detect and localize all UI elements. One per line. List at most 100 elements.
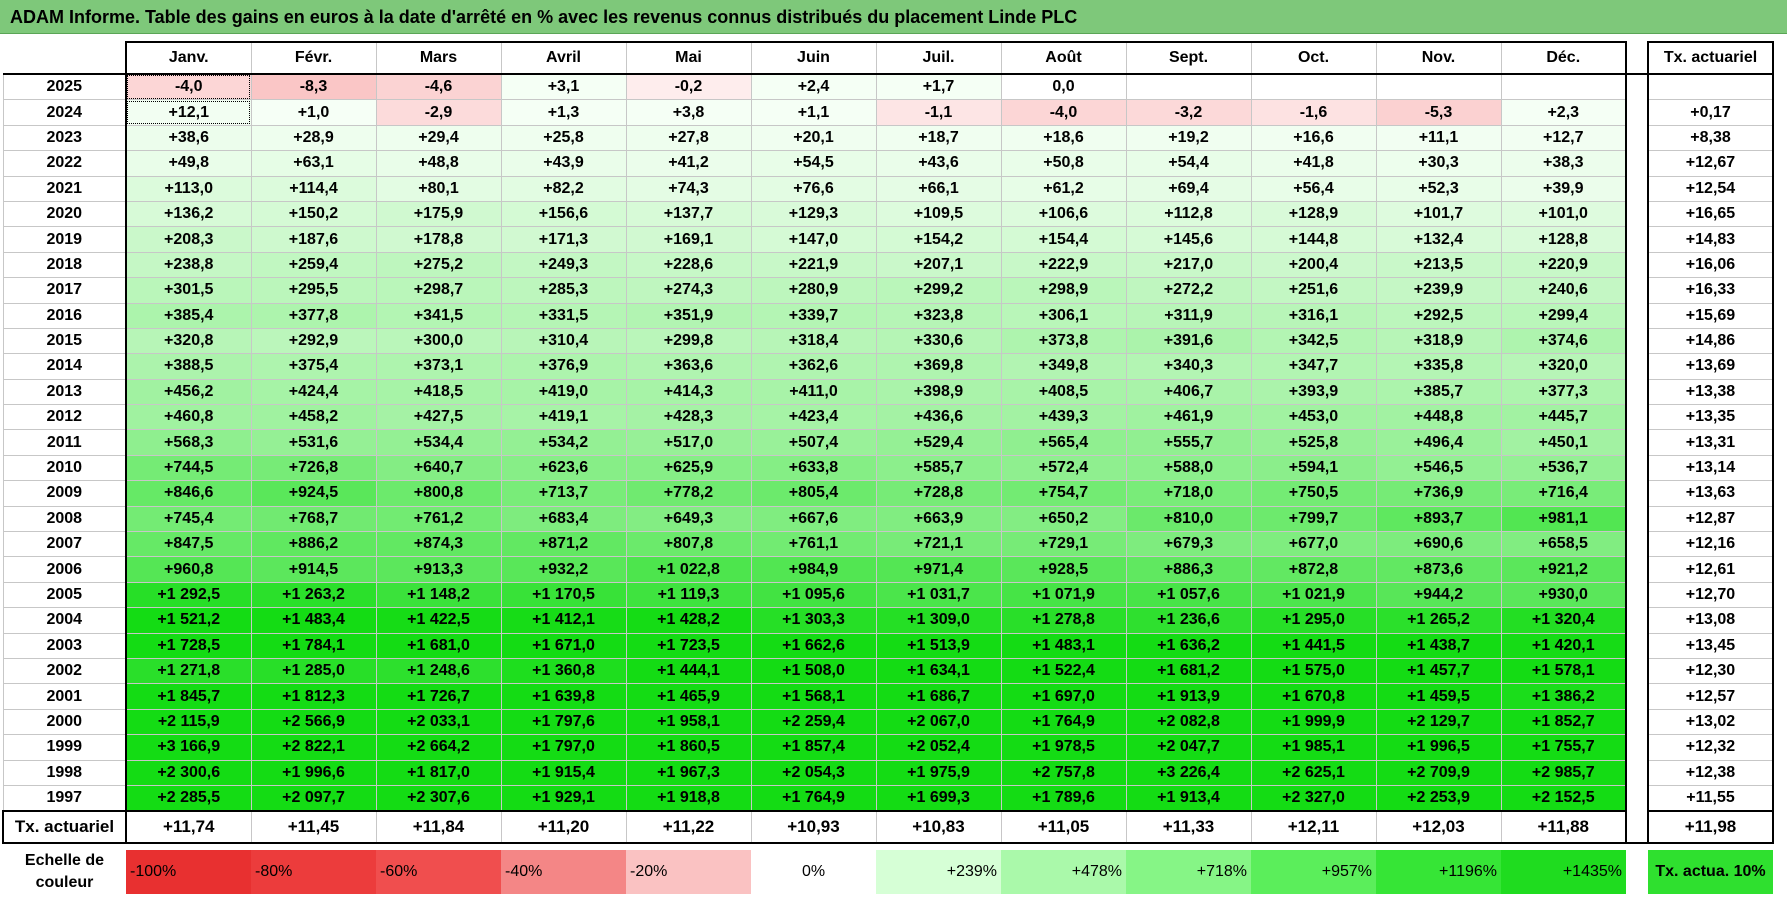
value-cell: +2 129,7 <box>1375 708 1502 736</box>
value-cell: +1 978,5 <box>1000 734 1127 761</box>
row-gap <box>1626 252 1648 278</box>
value-cell: +726,8 <box>250 454 377 482</box>
table-row: 2023 +38,6 +28,9 +29,4 +25,8 +27,8 +20,1 +18,7 +… <box>2 124 1774 152</box>
row-actuarial-rate <box>1647 73 1774 101</box>
value-cell <box>1250 73 1377 101</box>
row-actuarial-rate: +14,83 <box>1647 226 1774 253</box>
row-actuarial-rate: +15,69 <box>1647 302 1774 329</box>
table-row: 1999 +3 166,9 +2 822,1 +2 664,2 +1 797,0 +1 8… <box>2 734 1774 761</box>
footer-value: +11,05 <box>1000 810 1127 845</box>
value-cell: +1 958,1 <box>625 708 752 736</box>
value-cell: +2,4 <box>750 73 877 101</box>
value-cell: +847,5 <box>125 531 252 558</box>
value-cell: +171,3 <box>500 226 627 253</box>
value-cell: +1 915,4 <box>500 759 627 786</box>
value-cell: +48,8 <box>375 150 502 177</box>
value-cell: +1,7 <box>875 73 1002 101</box>
table-row: 2018 +238,8 +259,4 +275,2 +249,3 +228,6 +221,9… <box>2 251 1774 279</box>
table-row: 1997 +2 285,5 +2 097,7 +2 307,6 +1 929,1 +1 9… <box>2 784 1774 813</box>
row-year: 2019 <box>2 226 127 253</box>
color-scale-swatch: -60% <box>376 850 501 895</box>
value-cell: +2 822,1 <box>250 734 377 761</box>
row-actuarial-rate: +13,14 <box>1647 454 1774 482</box>
value-cell: +932,2 <box>500 556 627 583</box>
value-cell: +298,7 <box>375 277 502 304</box>
value-cell: +423,4 <box>750 404 877 431</box>
value-cell: +29,4 <box>375 124 502 152</box>
value-cell: +1 852,7 <box>1500 708 1627 736</box>
value-cell: +41,8 <box>1250 150 1377 177</box>
value-cell: +1 985,1 <box>1250 734 1377 761</box>
value-cell: +427,5 <box>375 404 502 431</box>
value-cell: +1 681,2 <box>1125 657 1252 685</box>
row-actuarial-rate: +11,55 <box>1647 784 1774 813</box>
value-cell: +893,7 <box>1375 505 1502 533</box>
table-row: 2015 +320,8 +292,9 +300,0 +310,4 +299,8 +318,4… <box>2 327 1774 355</box>
row-gap <box>1626 633 1648 659</box>
row-year: 2016 <box>2 302 127 329</box>
value-cell: +588,0 <box>1125 454 1252 482</box>
value-cell: +285,3 <box>500 277 627 304</box>
row-actuarial-rate: +8,38 <box>1647 124 1774 152</box>
color-scale-label: Echelle de couleur <box>24 852 105 892</box>
row-actuarial-rate: +13,08 <box>1647 607 1774 634</box>
value-cell: +1 483,1 <box>1000 632 1127 659</box>
value-cell: +778,2 <box>625 480 752 507</box>
value-cell: +251,6 <box>1250 277 1377 304</box>
value-cell: +128,8 <box>1500 226 1627 253</box>
color-scale-swatch: +718% <box>1126 850 1251 895</box>
value-cell: +217,0 <box>1125 251 1252 279</box>
value-cell: +301,5 <box>125 277 252 304</box>
value-cell: +375,4 <box>250 353 377 380</box>
value-cell: +144,8 <box>1250 226 1377 253</box>
value-cell: +2 285,5 <box>125 784 252 813</box>
table-row: 2014 +388,5 +375,4 +373,1 +376,9 +363,6 +362,6… <box>2 353 1774 380</box>
value-cell: +1 967,3 <box>625 759 752 786</box>
value-cell: +377,3 <box>1500 378 1627 406</box>
month-header-7: Juil. <box>875 41 1002 75</box>
color-scale-swatch: -20% <box>626 850 751 895</box>
value-cell: +1 422,5 <box>375 607 502 634</box>
value-cell: +393,9 <box>1250 378 1377 406</box>
value-cell: +871,2 <box>500 531 627 558</box>
color-scale-swatch: +957% <box>1251 850 1376 895</box>
value-cell: +20,1 <box>750 124 877 152</box>
row-year: 2020 <box>2 200 127 228</box>
spacer-cell <box>3 843 1773 850</box>
footer-value: +11,45 <box>250 810 377 845</box>
value-cell: +362,6 <box>750 353 877 380</box>
header-row: Janv. Févr. Mars Avril Mai Juin Juil. Août Sept.… <box>3 41 1774 75</box>
value-cell: +1 575,0 <box>1250 657 1377 685</box>
value-cell: +1 764,9 <box>750 784 877 813</box>
value-cell: +374,6 <box>1500 327 1627 355</box>
value-cell: +1 812,3 <box>250 683 377 710</box>
header-gap <box>1626 42 1648 75</box>
value-cell: +3 226,4 <box>1125 759 1252 786</box>
footer-value: +11,20 <box>500 810 627 845</box>
month-header-9: Sept. <box>1125 41 1252 75</box>
value-cell: +1 999,9 <box>1250 708 1377 736</box>
row-actuarial-rate: +0,17 <box>1647 99 1774 126</box>
row-gap <box>1626 277 1648 304</box>
table-row: 2000 +2 115,9 +2 566,9 +2 033,1 +1 797,6 +1 9… <box>2 708 1774 736</box>
value-cell: +310,4 <box>500 327 627 355</box>
value-cell: +320,0 <box>1500 353 1627 380</box>
value-cell: +249,3 <box>500 251 627 279</box>
month-header-11: Nov. <box>1375 41 1502 75</box>
value-cell: +351,9 <box>625 302 752 329</box>
table-row: 2025 -4,0 -8,3 -4,6 +3,1 -0,2 +2,4 +1,7 0,0 <box>2 73 1774 101</box>
value-cell: +145,6 <box>1125 226 1252 253</box>
month-header-1: Janv. <box>125 41 252 75</box>
row-year: 2008 <box>2 505 127 533</box>
row-year: 2022 <box>2 150 127 177</box>
footer-label: Tx. actuariel <box>2 810 127 845</box>
value-cell: +1 459,5 <box>1375 683 1502 710</box>
month-header-8: Août <box>1000 41 1127 75</box>
value-cell: +1 248,6 <box>375 657 502 685</box>
row-actuarial-rate: +13,63 <box>1647 480 1774 507</box>
footer-value: +11,33 <box>1125 810 1252 845</box>
value-cell: +43,6 <box>875 150 1002 177</box>
value-cell: +28,9 <box>250 124 377 152</box>
value-cell: +331,5 <box>500 302 627 329</box>
row-gap <box>1626 455 1648 481</box>
